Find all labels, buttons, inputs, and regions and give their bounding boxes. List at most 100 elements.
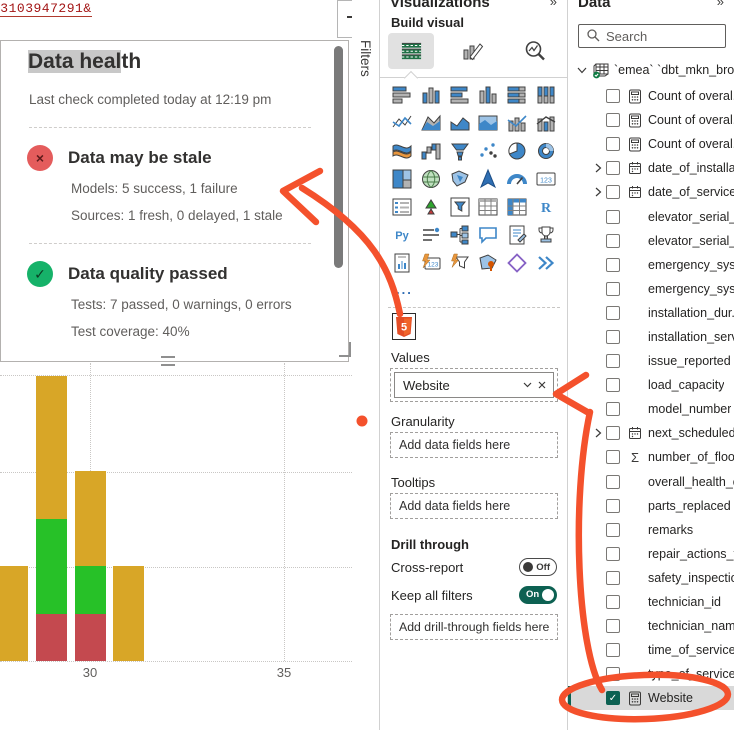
bar-segment-green[interactable] bbox=[75, 566, 106, 614]
field-checkbox[interactable] bbox=[606, 378, 620, 392]
field-checkbox[interactable] bbox=[606, 595, 620, 609]
field-row-emergency-syst[interactable]: emergency_syst. bbox=[568, 277, 734, 301]
field-row-type-of-service[interactable]: type_of_service bbox=[568, 662, 734, 686]
visual-icon-donut-chart[interactable] bbox=[534, 140, 557, 162]
field-checkbox[interactable] bbox=[606, 137, 620, 151]
visual-icon-hundred-stacked-bar-chart[interactable] bbox=[505, 84, 528, 106]
visual-icon-python-visual[interactable]: Py bbox=[391, 224, 414, 246]
field-row-elevator-serial[interactable]: elevator_serial_.. bbox=[568, 204, 734, 228]
field-checkbox[interactable] bbox=[606, 643, 620, 657]
field-checkbox[interactable] bbox=[606, 354, 620, 368]
field-row-count-of-overal[interactable]: Count of overal.. bbox=[568, 84, 734, 108]
field-checkbox[interactable] bbox=[606, 499, 620, 513]
collapse-pane-icon[interactable]: » bbox=[717, 0, 724, 9]
tooltip-scrollbar[interactable] bbox=[334, 44, 343, 356]
field-row-repair-actions-t[interactable]: repair_actions_t. bbox=[568, 542, 734, 566]
visual-icon-map[interactable] bbox=[419, 168, 442, 190]
visual-icon-stacked-column-chart[interactable] bbox=[419, 84, 442, 106]
more-visuals-button[interactable]: ... bbox=[396, 282, 413, 297]
field-checkbox[interactable] bbox=[606, 426, 620, 440]
field-row-issue-reported[interactable]: issue_reported bbox=[568, 349, 734, 373]
field-row-website[interactable]: ✓Website bbox=[568, 686, 734, 710]
field-row-installation-serv[interactable]: installation_serv. bbox=[568, 325, 734, 349]
bar-segment-green[interactable] bbox=[36, 519, 67, 614]
field-row-time-of-service[interactable]: time_of_service bbox=[568, 638, 734, 662]
tab-format-visual[interactable] bbox=[450, 33, 496, 69]
visual-icon-qna-visual[interactable] bbox=[477, 224, 500, 246]
tab-build-visual[interactable] bbox=[388, 33, 434, 69]
field-row-count-of-overal[interactable]: Count of overal.. bbox=[568, 132, 734, 156]
field-checkbox[interactable] bbox=[606, 402, 620, 416]
cross-report-toggle[interactable]: Off bbox=[519, 558, 557, 576]
visual-icon-clustered-bar-chart[interactable] bbox=[448, 84, 471, 106]
visual-icon-smart-narrative[interactable] bbox=[505, 224, 528, 246]
field-checkbox[interactable] bbox=[606, 282, 620, 296]
remove-field-icon[interactable] bbox=[537, 378, 547, 393]
field-checkbox[interactable] bbox=[606, 234, 620, 248]
visual-icon-stacked-bar-chart[interactable] bbox=[391, 84, 414, 106]
visual-icon-waterfall-chart[interactable] bbox=[419, 140, 442, 162]
field-checkbox[interactable] bbox=[606, 475, 620, 489]
visual-icon-decomposition-tree[interactable] bbox=[448, 224, 471, 246]
visual-icon-metrics-visual[interactable] bbox=[534, 224, 557, 246]
bar-segment-gold[interactable] bbox=[75, 471, 106, 566]
visual-icon-pie-chart[interactable] bbox=[505, 140, 528, 162]
field-row-model-number[interactable]: model_number bbox=[568, 397, 734, 421]
bar-segment-gold[interactable] bbox=[0, 566, 28, 661]
drill-through-field-well[interactable]: Add drill-through fields here bbox=[390, 614, 558, 640]
visual-icon-hundred-stacked-column-chart[interactable] bbox=[534, 84, 557, 106]
field-row-technician-name[interactable]: technician_name bbox=[568, 614, 734, 638]
bar-segment-red[interactable] bbox=[36, 614, 67, 662]
visual-icon-paginated-report[interactable] bbox=[391, 252, 414, 274]
field-checkbox[interactable] bbox=[606, 571, 620, 585]
stacked-column-chart-visual[interactable]: 30 35 bbox=[0, 363, 352, 730]
field-row-load-capacity[interactable]: load_capacity bbox=[568, 373, 734, 397]
visual-icon-scatter-chart[interactable] bbox=[477, 140, 500, 162]
visual-icon-kpi[interactable] bbox=[419, 196, 442, 218]
field-row-elevator-serial[interactable]: elevator_serial_.. bbox=[568, 229, 734, 253]
field-row-count-of-overal[interactable]: Count of overal.. bbox=[568, 108, 734, 132]
visual-icon-text-slicer[interactable] bbox=[419, 224, 442, 246]
field-checkbox[interactable] bbox=[606, 547, 620, 561]
visual-icon-card[interactable]: 123 bbox=[534, 168, 557, 190]
visual-icon-ribbon-chart[interactable] bbox=[391, 140, 414, 162]
field-checkbox[interactable] bbox=[606, 113, 620, 127]
tree-root-row[interactable]: `emea` `dbt_mkn_bron.. bbox=[568, 56, 734, 84]
keep-all-filters-toggle[interactable]: On bbox=[519, 586, 557, 604]
visual-icon-power-automate-visual[interactable] bbox=[534, 252, 557, 274]
field-row-technician-id[interactable]: technician_id bbox=[568, 590, 734, 614]
field-checkbox[interactable] bbox=[606, 450, 620, 464]
visual-icon-funnel-chart[interactable] bbox=[448, 140, 471, 162]
field-row-overall-health-c[interactable]: overall_health_c. bbox=[568, 470, 734, 494]
visual-icon-line-and-stacked-column-chart[interactable] bbox=[505, 112, 528, 134]
scrollbar-thumb[interactable] bbox=[334, 46, 343, 268]
collapse-pane-icon[interactable]: » bbox=[550, 0, 557, 9]
visual-icon-line-and-clustered-column-chart[interactable] bbox=[534, 112, 557, 134]
field-checkbox[interactable] bbox=[606, 161, 620, 175]
field-row-installation-dur[interactable]: installation_dur.. bbox=[568, 301, 734, 325]
visual-icon-area-chart[interactable] bbox=[419, 112, 442, 134]
visual-icon-matrix[interactable] bbox=[505, 196, 528, 218]
field-checkbox[interactable] bbox=[606, 306, 620, 320]
chevron-down-icon[interactable] bbox=[576, 64, 590, 76]
field-checkbox[interactable] bbox=[606, 330, 620, 344]
granularity-field-well[interactable]: Add data fields here bbox=[390, 432, 558, 458]
visual-icon-clustered-column-chart[interactable] bbox=[477, 84, 500, 106]
bar-segment-red[interactable] bbox=[75, 614, 106, 662]
visual-icon-line-chart[interactable] bbox=[391, 112, 414, 134]
visual-icon-power-apps-visual[interactable] bbox=[505, 252, 528, 274]
field-checkbox[interactable] bbox=[606, 619, 620, 633]
visual-icon-filled-map[interactable] bbox=[448, 168, 471, 190]
visual-icon-treemap[interactable] bbox=[391, 168, 414, 190]
bar-segment-gold[interactable] bbox=[113, 566, 144, 661]
data-health-tooltip-visual[interactable]: Data health Last check completed today a… bbox=[0, 40, 349, 362]
chevron-right-icon[interactable] bbox=[592, 186, 606, 198]
visual-icon-r-script-visual[interactable]: R bbox=[534, 196, 557, 218]
field-checkbox[interactable] bbox=[606, 89, 620, 103]
visual-icon-multi-row-card[interactable] bbox=[391, 196, 414, 218]
field-row-number-of-floo[interactable]: Σnumber_of_floo. bbox=[568, 445, 734, 469]
visual-icon-azure-map[interactable] bbox=[477, 168, 500, 190]
field-checkbox[interactable] bbox=[606, 523, 620, 537]
visual-resize-corner[interactable] bbox=[339, 342, 351, 357]
visual-icon-table[interactable] bbox=[477, 196, 500, 218]
